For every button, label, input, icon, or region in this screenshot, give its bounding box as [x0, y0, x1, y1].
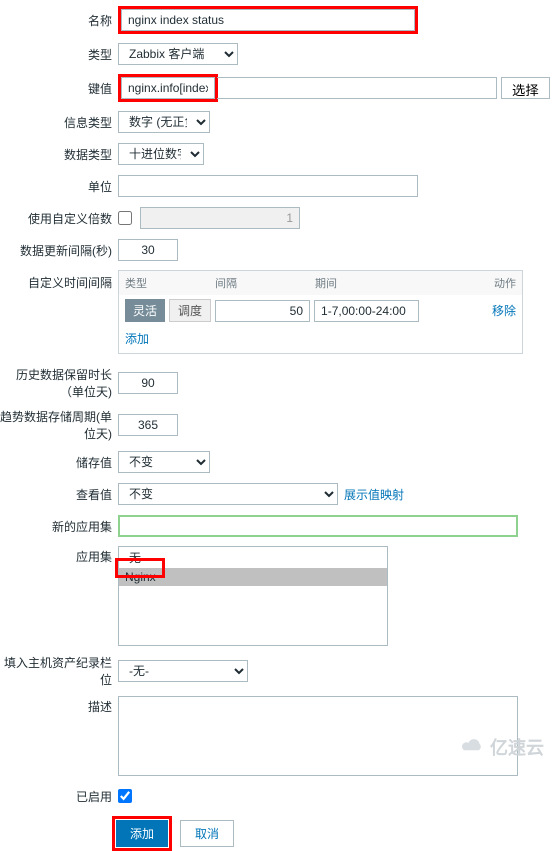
app-option-nginx[interactable]: Nginx [119, 568, 387, 586]
input-name[interactable] [121, 9, 415, 31]
label-custom-intervals: 自定义时间间隔 [0, 270, 118, 291]
label-key: 键值 [0, 80, 118, 97]
input-key[interactable] [121, 77, 215, 99]
input-new-app[interactable] [118, 515, 518, 537]
input-custom-mul-val[interactable] [140, 207, 300, 229]
label-name: 名称 [0, 12, 118, 29]
link-remove-interval[interactable]: 移除 [492, 302, 516, 319]
label-data-type: 数据类型 [0, 146, 118, 163]
cloud-icon [460, 738, 486, 756]
intv-head-period: 期间 [315, 275, 416, 291]
label-custom-mul: 使用自定义倍数 [0, 210, 118, 227]
custom-intervals-box: 类型 间隔 期间 动作 灵活 调度 移除 添加 [118, 270, 523, 354]
input-interval-val[interactable] [215, 300, 310, 322]
select-info-type[interactable]: 数字 (无正负) [118, 111, 210, 133]
label-store-value: 储存值 [0, 454, 118, 471]
textarea-description[interactable] [118, 696, 518, 776]
label-info-type: 信息类型 [0, 114, 118, 131]
select-store-value[interactable]: 不变 [118, 451, 210, 473]
checkbox-custom-mul[interactable] [118, 211, 132, 225]
highlight-key [118, 74, 218, 102]
label-description: 描述 [0, 696, 118, 715]
select-inventory[interactable]: -无- [118, 660, 248, 682]
button-flexible[interactable]: 灵活 [125, 299, 165, 322]
watermark: 亿速云 [460, 734, 544, 760]
label-show-value: 查看值 [0, 486, 118, 503]
link-add-interval[interactable]: 添加 [125, 332, 149, 346]
input-period-val[interactable] [314, 300, 419, 322]
input-trends[interactable] [118, 414, 178, 436]
intv-head-action: 动作 [416, 275, 517, 291]
select-show-value[interactable]: 不变 [118, 483, 338, 505]
link-show-value-map[interactable]: 展示值映射 [344, 486, 404, 503]
button-cancel[interactable]: 取消 [180, 820, 234, 847]
input-update-interval[interactable] [118, 239, 178, 261]
intv-head-interval: 间隔 [215, 275, 315, 291]
select-data-type[interactable]: 十进位数字 [118, 143, 204, 165]
intv-head-type: 类型 [125, 275, 215, 291]
button-key-select[interactable]: 选择 [501, 77, 550, 99]
button-add[interactable]: 添加 [116, 820, 168, 847]
highlight-name [118, 6, 418, 34]
button-scheduling[interactable]: 调度 [169, 299, 211, 322]
input-unit[interactable] [118, 175, 418, 197]
label-trends: 趋势数据存储周期(单位天) [0, 408, 118, 442]
select-type[interactable]: Zabbix 客户端 [118, 43, 238, 65]
app-option-none[interactable]: -无- [119, 547, 387, 568]
label-type: 类型 [0, 46, 118, 63]
listbox-apps[interactable]: -无- Nginx [118, 546, 388, 646]
checkbox-enabled[interactable] [118, 789, 132, 803]
label-unit: 单位 [0, 178, 118, 195]
input-history[interactable] [118, 372, 178, 394]
label-apps: 应用集 [0, 546, 118, 565]
label-enabled: 已启用 [0, 788, 118, 805]
label-inventory: 填入主机资产纪录栏位 [0, 654, 118, 688]
label-new-app: 新的应用集 [0, 518, 118, 535]
label-update-interval: 数据更新间隔(秒) [0, 242, 118, 259]
highlight-add-button: 添加 [112, 816, 172, 851]
label-history: 历史数据保留时长（单位天) [0, 366, 118, 400]
